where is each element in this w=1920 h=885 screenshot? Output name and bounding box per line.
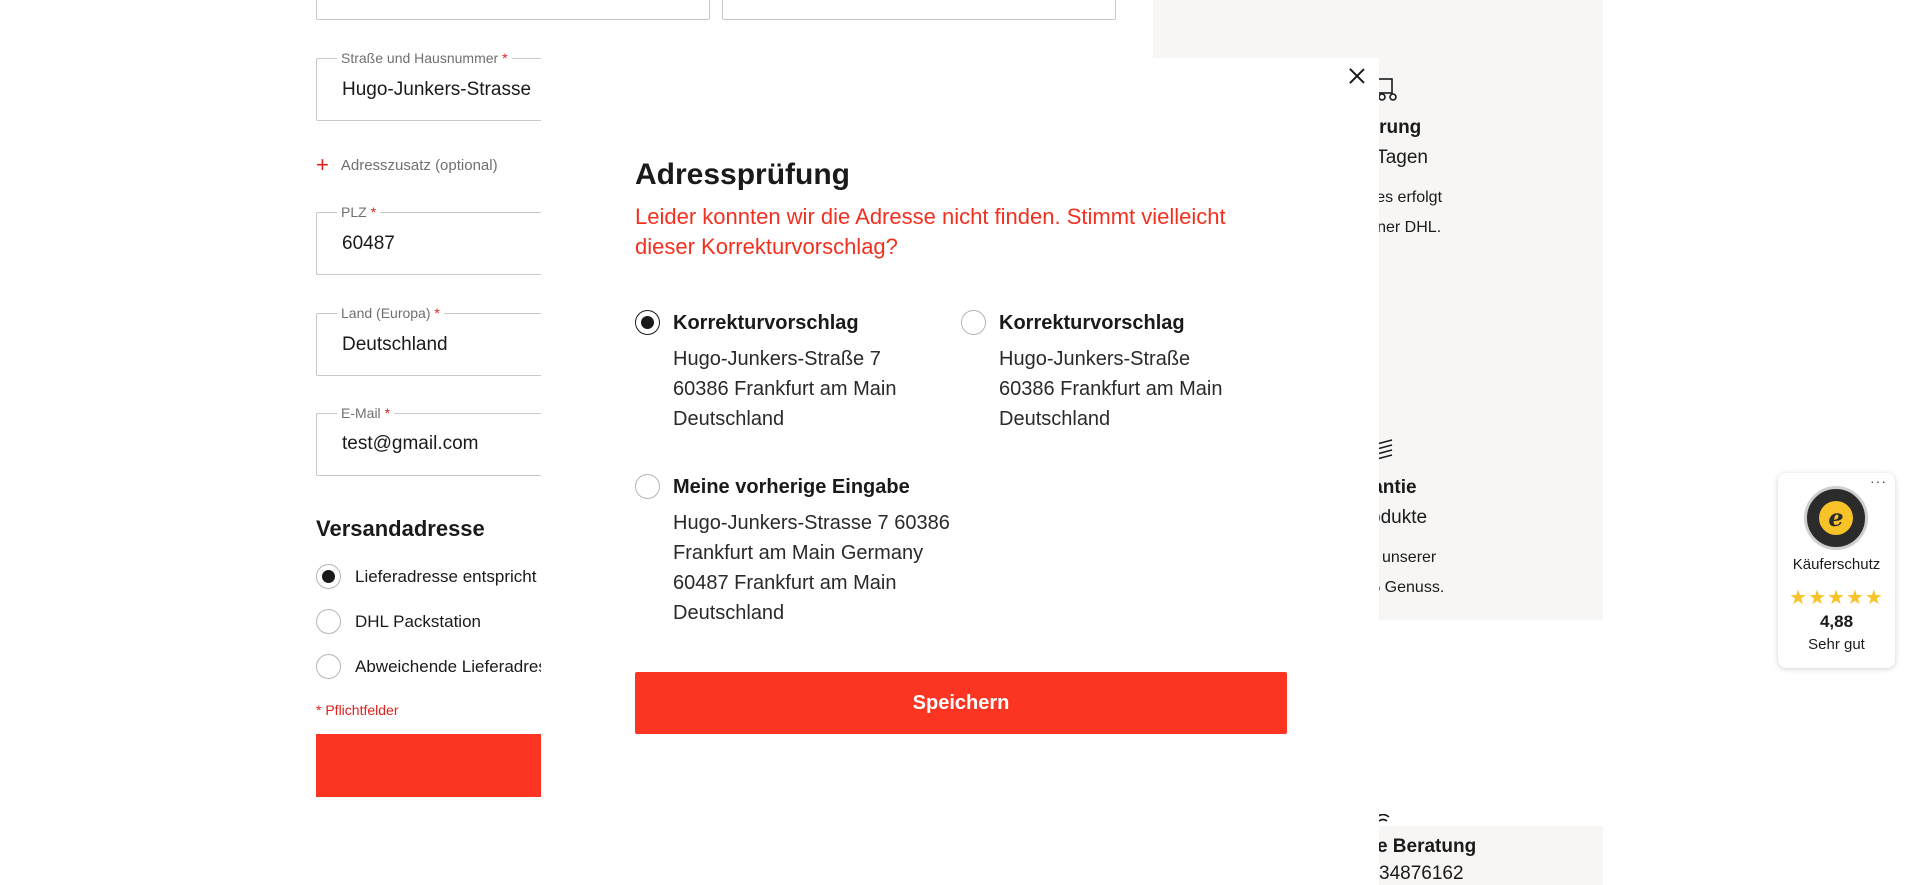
rating-grade: Sehr gut [1808,636,1865,653]
country-field-label: Land (Europa) * [337,305,444,321]
second-name-field-partial[interactable] [722,0,1116,20]
option-line: Deutschland [999,408,1111,430]
option-heading: Korrekturvorschlag [673,312,859,334]
shipping-option-different[interactable]: Abweichende Lieferadres [316,654,547,679]
modal-message: Leider konnten wir die Adresse nicht fin… [635,204,1226,259]
radio-icon[interactable] [635,474,660,499]
buyer-protection-label: Käuferschutz [1792,556,1881,573]
radio-selected-icon[interactable] [316,564,341,589]
trusted-shops-badge[interactable]: ··· e Käuferschutz ★★★★★ 4,88 Sehr gut [1778,473,1895,668]
shipping-option-label: Lieferadresse entspricht d [355,566,551,586]
plz-field-value: 60487 [342,233,395,254]
trusted-shops-seal-icon: e [1804,486,1868,550]
close-icon[interactable] [1341,60,1373,92]
option-line: Hugo-Junkers-Straße 7 [673,348,881,370]
plz-field-label: PLZ * [337,204,381,220]
option-line: 60386 Frankfurt am Main [673,378,897,400]
plus-icon: + [316,152,329,177]
radio-icon[interactable] [961,310,986,335]
shipping-option-label: DHL Packstation [355,611,481,631]
name-field-partial[interactable] [316,0,710,20]
option-line: Hugo-Junkers-Straße [999,348,1191,370]
checkout-page: Straße und Hausnummer * Hugo-Junkers-Str… [0,0,1920,885]
option-line: 60487 Frankfurt am Main [673,572,897,594]
radio-selected-icon[interactable] [635,310,660,335]
option-line: Deutschland [673,408,785,430]
option-heading: Korrekturvorschlag [999,312,1185,334]
address-check-modal: Adressprüfung Leider konnten wir die Adr… [541,58,1379,885]
country-field-value: Deutschland [342,334,448,355]
option-line: Frankfurt am Main Germany [673,542,924,564]
rating-score: 4,88 [1819,612,1854,631]
shipping-option-same[interactable]: Lieferadresse entspricht d [316,564,551,589]
option-line: 60386 Frankfurt am Main [999,378,1223,400]
option-heading: Meine vorherige Eingabe [673,476,910,498]
address-extra-label: Adresszusatz (optional) [340,157,498,174]
option-line: Deutschland [673,602,785,624]
more-icon[interactable]: ··· [1870,473,1887,489]
address-extra-toggle[interactable]: + Adresszusatz (optional) [316,152,498,178]
shipping-address-title: Versandadresse [316,516,485,541]
shipping-option-packstation[interactable]: DHL Packstation [316,609,481,634]
email-field-label: E-Mail * [337,405,395,421]
rating-stars-icon: ★★★★★ [1789,587,1884,609]
street-field-label: Straße und Hausnummer * [337,50,512,66]
option-line: Hugo-Junkers-Strasse 7 60386 [673,512,950,534]
save-button[interactable]: Speichern [635,672,1287,734]
required-fields-note: * Pflichtfelder [316,702,399,718]
shipping-option-label: Abweichende Lieferadres [355,656,547,676]
radio-icon[interactable] [316,609,341,634]
radio-icon[interactable] [316,654,341,679]
email-field-value: test@gmail.com [342,433,479,454]
modal-title: Adressprüfung [635,158,851,191]
street-field-value: Hugo-Junkers-Strasse [342,79,532,100]
